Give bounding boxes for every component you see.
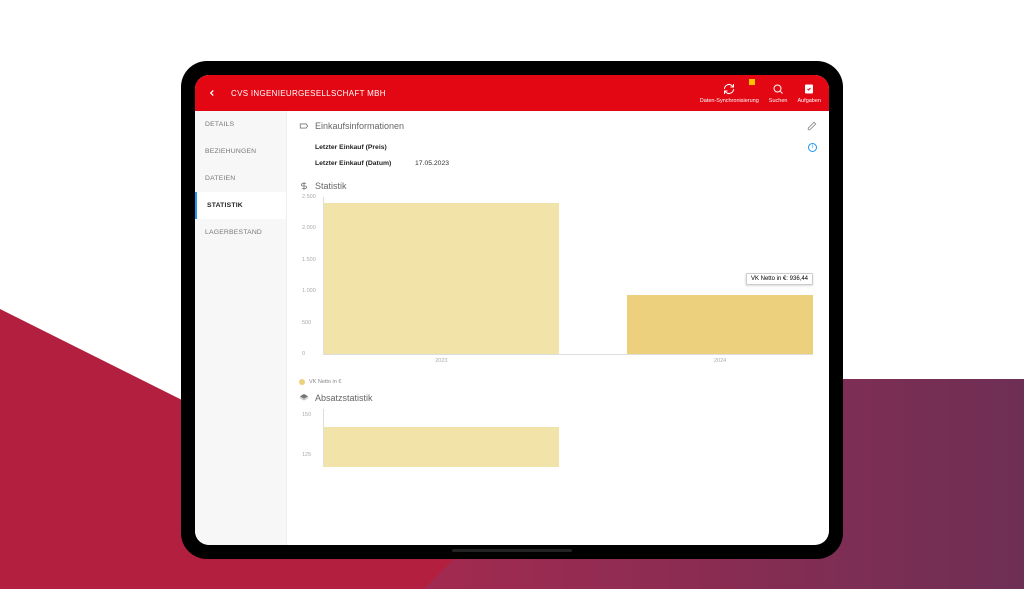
search-button[interactable]: Suchen bbox=[769, 82, 788, 104]
chart-ytick: 1.500 bbox=[302, 257, 316, 263]
chart-bar-2024[interactable] bbox=[627, 295, 813, 354]
chart-bar-2023[interactable] bbox=[324, 203, 559, 354]
tag-icon bbox=[299, 121, 309, 131]
section-title-absatz: Absatzstatistik bbox=[315, 393, 373, 403]
app-header: CVS INGENIEURGESELLSCHAFT MBH Daten-Sync… bbox=[195, 75, 829, 111]
chart2-bar-2023[interactable] bbox=[324, 427, 559, 467]
sync-label: Daten-Synchronisierung bbox=[700, 98, 759, 104]
main-content[interactable]: Einkaufsinformationen Letzter Einkauf (P… bbox=[287, 111, 829, 545]
app-screen: CVS INGENIEURGESELLSCHAFT MBH Daten-Sync… bbox=[195, 75, 829, 545]
value-last-purchase-date: 17.05.2023 bbox=[415, 160, 449, 167]
sidebar-item-statistik[interactable]: STATISTIK bbox=[195, 192, 286, 219]
statistik-chart: VK Netto in €: 936,44 2023 2024 0 500 1.00… bbox=[299, 195, 817, 385]
legend-swatch bbox=[299, 379, 305, 385]
chevron-left-icon bbox=[207, 88, 217, 98]
chart-ytick: 500 bbox=[302, 320, 311, 326]
sync-icon bbox=[722, 82, 736, 96]
chart-xtick-2024: 2024 bbox=[714, 358, 726, 364]
search-icon bbox=[771, 82, 785, 96]
chart2-ytick-150: 150 bbox=[302, 412, 311, 418]
section-title-statistik: Statistik bbox=[315, 181, 347, 191]
section-header-absatz: Absatzstatistik bbox=[299, 393, 817, 403]
tablet-frame: CVS INGENIEURGESELLSCHAFT MBH Daten-Sync… bbox=[181, 61, 843, 559]
section-header-purchase: Einkaufsinformationen bbox=[299, 121, 817, 131]
sidebar-item-details[interactable]: DETAILS bbox=[195, 111, 286, 138]
edit-button[interactable] bbox=[807, 121, 817, 131]
tasks-button[interactable]: Aufgaben bbox=[797, 82, 821, 104]
search-label: Suchen bbox=[769, 98, 788, 104]
row-last-purchase-price: Letzter Einkauf (Preis) i bbox=[315, 139, 817, 155]
page-title: CVS INGENIEURGESELLSCHAFT MBH bbox=[231, 89, 386, 98]
sidebar-item-beziehungen[interactable]: BEZIEHUNGEN bbox=[195, 138, 286, 165]
chart-xtick-2023: 2023 bbox=[435, 358, 447, 364]
sidebar-item-lagerbestand[interactable]: LAGERBESTAND bbox=[195, 219, 286, 246]
sidebar: DETAILS BEZIEHUNGEN DATEIEN STATISTIK LA… bbox=[195, 111, 287, 545]
row-last-purchase-date: Letzter Einkauf (Datum) 17.05.2023 bbox=[315, 155, 817, 171]
label-last-purchase-price: Letzter Einkauf (Preis) bbox=[315, 144, 415, 151]
purchase-info-rows: Letzter Einkauf (Preis) i Letzter Einkau… bbox=[299, 135, 817, 177]
chart-legend: VK Netto in € bbox=[299, 379, 341, 385]
layers-icon bbox=[299, 393, 309, 403]
tablet-home-indicator bbox=[452, 549, 572, 552]
chart-ytick: 1.000 bbox=[302, 288, 316, 294]
chart-tooltip: VK Netto in €: 936,44 bbox=[746, 273, 813, 285]
sidebar-item-dateien[interactable]: DATEIEN bbox=[195, 165, 286, 192]
tasks-icon bbox=[802, 82, 816, 96]
chart2-ytick-125: 125 bbox=[302, 452, 311, 458]
legend-text: VK Netto in € bbox=[309, 379, 341, 385]
section-header-statistik: Statistik bbox=[299, 181, 817, 191]
sync-button[interactable]: Daten-Synchronisierung bbox=[700, 82, 759, 104]
chart-ytick: 2.500 bbox=[302, 194, 316, 200]
chart-ytick: 0 bbox=[302, 351, 305, 357]
back-button[interactable] bbox=[203, 84, 221, 102]
chart2-plot-area[interactable]: 150 125 bbox=[323, 409, 813, 467]
absatz-chart: 150 125 bbox=[299, 407, 817, 467]
chart-ytick: 2.000 bbox=[302, 225, 316, 231]
sync-notification-badge bbox=[749, 79, 755, 85]
chart-plot-area[interactable]: VK Netto in €: 936,44 2023 2024 05001.00… bbox=[323, 197, 813, 355]
label-last-purchase-date: Letzter Einkauf (Datum) bbox=[315, 160, 415, 167]
info-icon[interactable]: i bbox=[808, 143, 817, 152]
dollar-icon bbox=[299, 181, 309, 191]
tasks-label: Aufgaben bbox=[797, 98, 821, 104]
section-title-purchase: Einkaufsinformationen bbox=[315, 121, 404, 131]
